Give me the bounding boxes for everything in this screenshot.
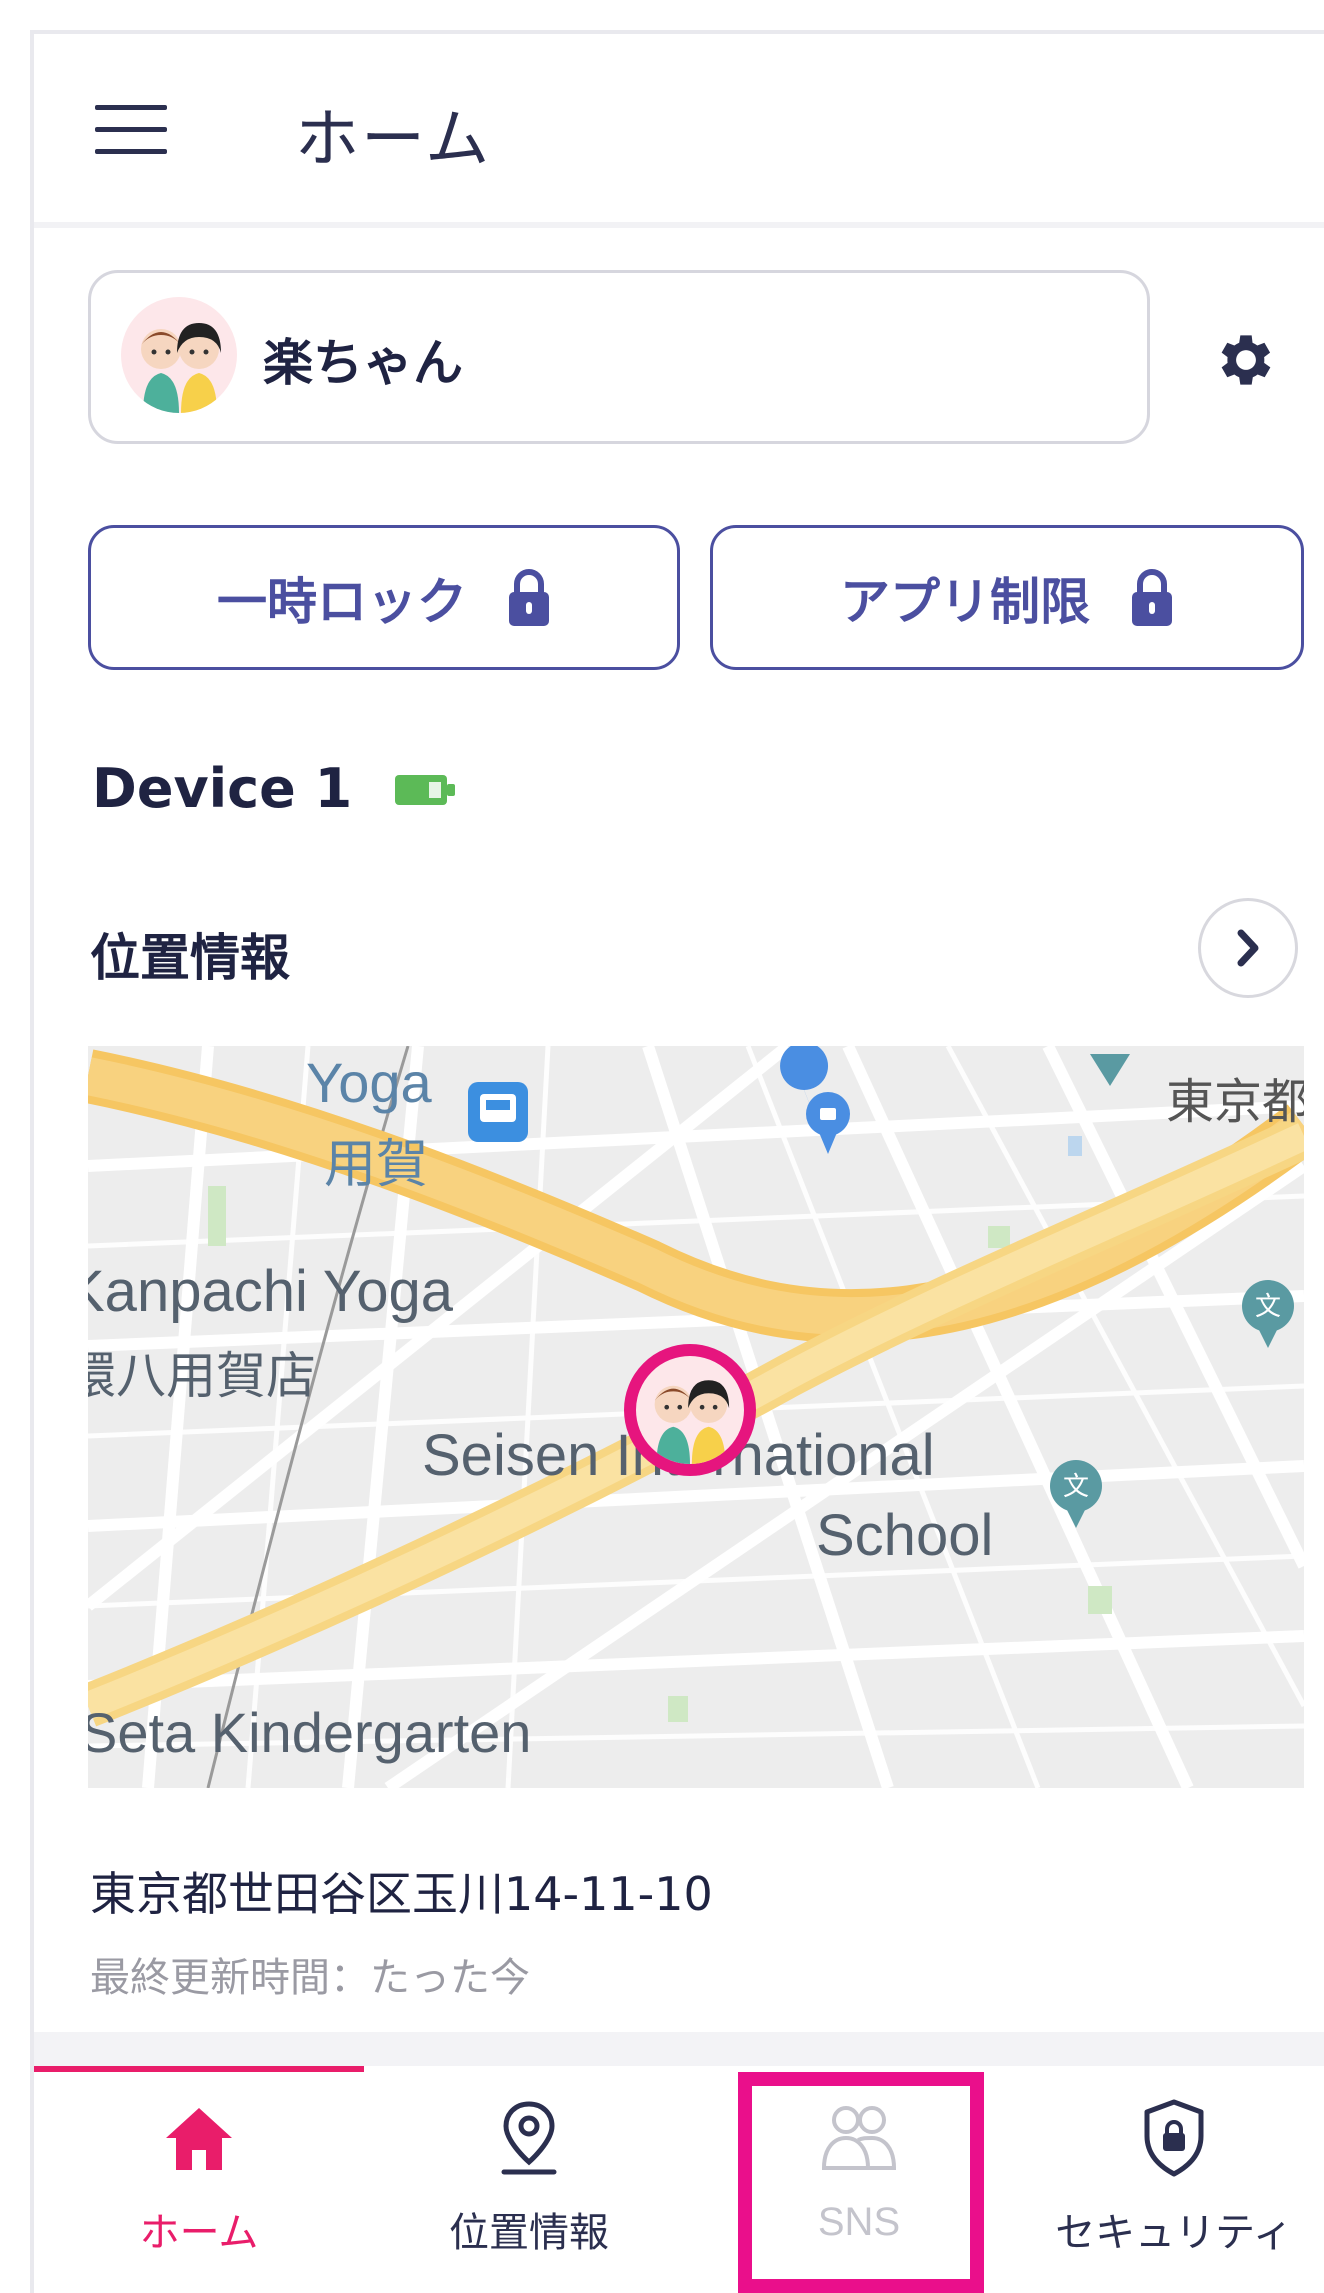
lock-icon xyxy=(1130,568,1174,628)
temporary-lock-button[interactable]: 一時ロック xyxy=(88,525,680,670)
nav-tab-home[interactable]: ホーム xyxy=(34,2098,364,2258)
child-name: 楽ちゃん xyxy=(263,334,463,392)
location-pin-icon xyxy=(484,2098,574,2178)
map-label-kanpachi-ja: 環八用賀店 xyxy=(88,1347,316,1405)
nav-tab-home-label: ホーム xyxy=(139,2210,259,2256)
nav-tab-security-label: セキュリティ xyxy=(1055,2210,1293,2256)
settings-gear-icon[interactable] xyxy=(1212,326,1280,394)
bottom-nav-divider xyxy=(34,2032,1324,2066)
temporary-lock-label: 一時ロック xyxy=(217,572,467,631)
hamburger-menu-icon[interactable] xyxy=(95,105,167,155)
location-section-title: 位置情報 xyxy=(90,929,290,987)
app-restriction-button[interactable]: アプリ制限 xyxy=(710,525,1304,670)
header-divider xyxy=(34,222,1324,228)
device-name: Device 1 xyxy=(92,757,353,820)
nav-tab-security[interactable]: セキュリティ xyxy=(1024,2098,1324,2258)
map-label-kindergarten: Seta Kindergarten xyxy=(88,1701,532,1764)
location-address: 東京都世田谷区玉川14-11-10 xyxy=(90,1867,713,1921)
page-title: ホーム xyxy=(295,103,492,177)
map-label-tokyo: 東京都 xyxy=(1166,1074,1304,1130)
battery-icon xyxy=(395,775,455,805)
active-tab-indicator xyxy=(34,2066,364,2072)
last-updated-time: 最終更新時間：たった今 xyxy=(90,1955,530,2001)
child-profile-selector[interactable]: 楽ちゃん xyxy=(88,270,1150,444)
map-label-school: School xyxy=(816,1503,994,1568)
child-avatar xyxy=(121,297,237,413)
child-location-marker[interactable] xyxy=(624,1344,756,1476)
map-label-yoga: Yoga xyxy=(306,1051,432,1114)
lock-icon xyxy=(507,568,551,628)
map-label-kanpachi: Kanpachi Yoga xyxy=(88,1259,454,1324)
location-map[interactable]: 文 文 Yoga 用賀 東京都 Kanpachi Yoga 環八用賀店 Seis… xyxy=(88,1046,1304,1788)
app-header xyxy=(34,34,1324,224)
location-detail-chevron-icon[interactable] xyxy=(1198,898,1298,998)
svg-text:文: 文 xyxy=(1063,1472,1089,1502)
highlight-annotation-box xyxy=(738,2072,984,2293)
svg-text:文: 文 xyxy=(1255,1292,1281,1322)
frame-border-left xyxy=(30,30,34,2293)
shield-lock-icon xyxy=(1129,2098,1219,2178)
home-icon xyxy=(154,2098,244,2178)
nav-tab-location[interactable]: 位置情報 xyxy=(364,2098,694,2258)
map-label-yoga-ja: 用賀 xyxy=(324,1135,429,1195)
app-restriction-label: アプリ制限 xyxy=(840,572,1090,631)
nav-tab-location-label: 位置情報 xyxy=(449,2210,609,2256)
